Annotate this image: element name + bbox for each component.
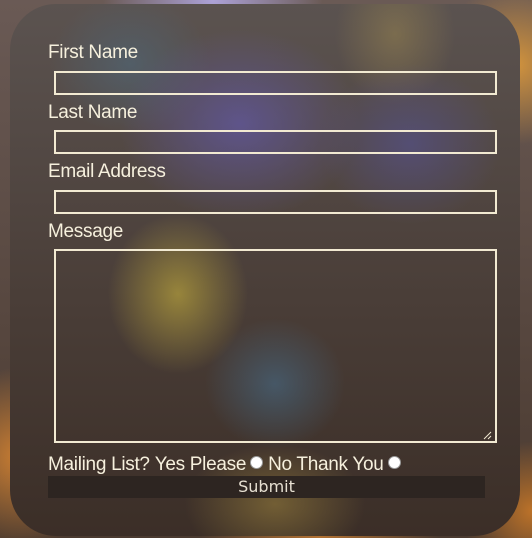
last-name-label: Last Name	[48, 102, 138, 123]
mailing-list-row: Mailing List? Yes Please No Thank You	[48, 453, 406, 477]
first-name-label: First Name	[48, 42, 138, 63]
contact-form-card: First Name Last Name Email Address Messa…	[10, 4, 520, 536]
mailing-list-no-label: No Thank You	[268, 454, 384, 475]
resize-handle-icon[interactable]	[482, 430, 492, 440]
message-label: Message	[48, 221, 123, 242]
message-textarea[interactable]	[54, 249, 497, 443]
mailing-list-yes-label: Yes Please	[154, 454, 247, 475]
mailing-list-label: Mailing List?	[48, 454, 150, 475]
mailing-list-yes-radio[interactable]	[250, 455, 264, 469]
last-name-input[interactable]	[54, 130, 497, 154]
submit-button[interactable]: Submit	[48, 476, 485, 498]
first-name-input[interactable]	[54, 71, 497, 95]
email-address-input[interactable]	[54, 190, 497, 214]
email-address-label: Email Address	[48, 161, 166, 182]
mailing-list-no-radio[interactable]	[387, 455, 401, 469]
